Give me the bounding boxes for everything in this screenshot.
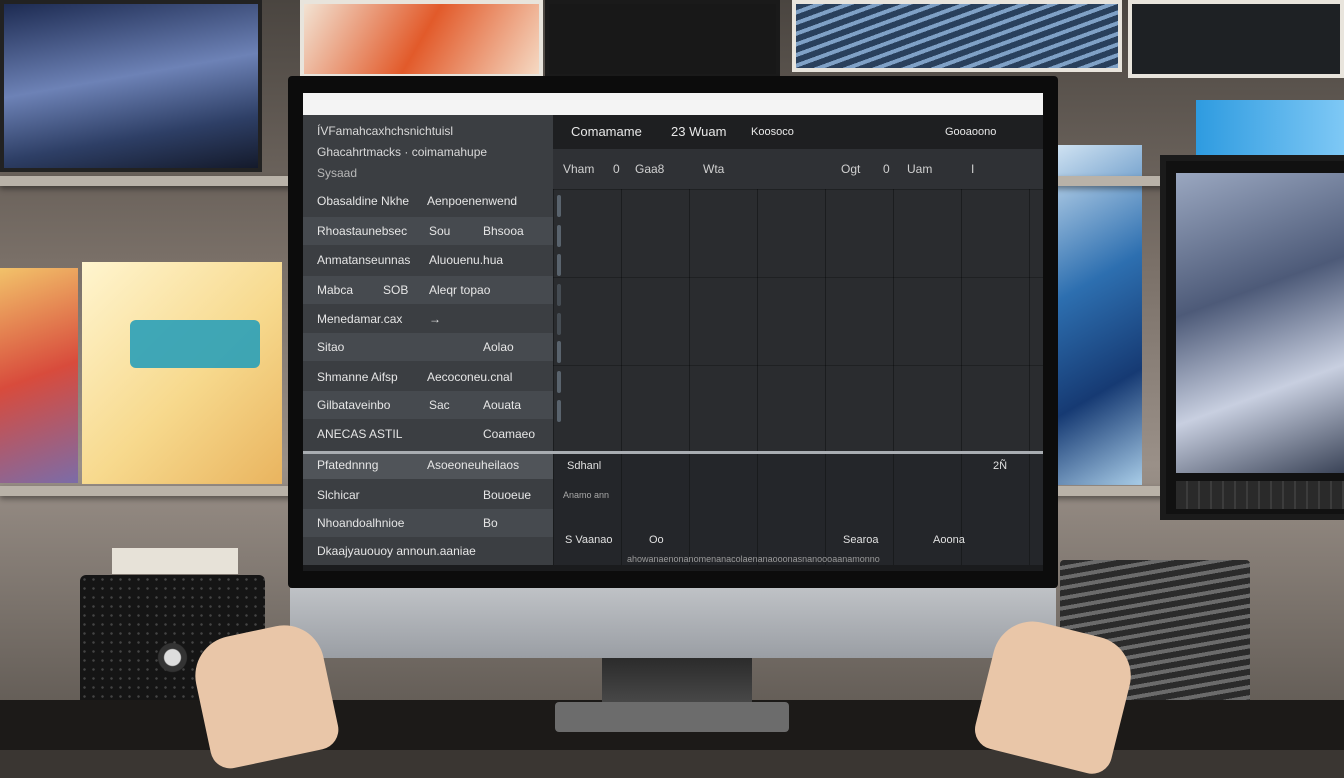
- lower-panel: Sdhanl 2Ñ Anamo ann S Vaanao Oo Searoa A…: [553, 454, 1043, 571]
- row-value: Aecoconeu.cnal: [427, 370, 513, 384]
- row-label: Slchicar: [317, 488, 360, 502]
- row-label: Nhoandoalhnioe: [317, 516, 405, 530]
- row-value: Aouata: [483, 398, 522, 412]
- column-header[interactable]: Gaa8: [635, 149, 664, 189]
- row-code: Sac: [429, 398, 450, 412]
- row-indicator: [557, 313, 561, 335]
- column-header[interactable]: 0: [613, 149, 620, 189]
- lower-row-text: Anamo ann: [563, 490, 610, 500]
- row-label: Shmanne Aifsp: [317, 370, 398, 384]
- poster-blue-logo: [1196, 100, 1344, 155]
- screen-bottom-stripe: [303, 565, 1043, 571]
- column-header-row: Vham 0 Gaa8 Wta Ogt 0 Uam I: [553, 149, 1043, 189]
- logo-emblem-icon: [130, 320, 260, 368]
- column-header[interactable]: 0: [883, 149, 890, 189]
- lower-ticker: ahowanaenonanomenanacolaenanaooonasnanoo…: [627, 554, 880, 564]
- lower-foot-right: Searoa: [843, 534, 879, 546]
- row-code: SOB: [383, 283, 409, 297]
- row-indicator: [557, 400, 561, 422]
- sidebar-row[interactable]: Shmanne Aifsp Aecoconeu.cnal: [303, 363, 553, 391]
- lower-foot-left: S Vaanao: [565, 534, 613, 546]
- row-label: Sitao: [317, 340, 345, 354]
- row-value: Bo: [483, 516, 498, 530]
- row-value: Aluouenu.hua: [429, 253, 504, 267]
- monitor-foot: [555, 702, 789, 732]
- lower-foot-end: Aoona: [933, 534, 965, 546]
- row-indicator: [557, 284, 561, 306]
- row-label: Obasaldine Nkhe: [317, 194, 410, 208]
- sidebar-row[interactable]: Gilbataveinbo Sac Aouata: [303, 391, 553, 419]
- row-indicator: [557, 341, 561, 363]
- lower-foot-mid: Oo: [649, 534, 664, 546]
- row-label: Dkaajyauouoy announ.aaniae: [317, 544, 476, 558]
- sidebar-row[interactable]: Rhoastaunebsec Sou Bhsooa: [303, 217, 553, 245]
- row-value: Bouoeue: [483, 488, 532, 502]
- main-title: Comamame: [571, 124, 642, 139]
- lower-label: Sdhanl: [567, 460, 602, 472]
- monitor-chin: [290, 588, 1056, 658]
- row-label: ANECAS ASTIL: [317, 427, 403, 441]
- row-value: Coamaeo: [483, 427, 536, 441]
- lower-value: 2Ñ: [993, 460, 1008, 472]
- screen-top-bar: [303, 93, 1043, 115]
- main-header-mid: Koosoco: [751, 126, 794, 138]
- monitor-screen: ÍVFamahcaxhchsnichtuisl Ghacahrtmacks · …: [303, 93, 1043, 571]
- row-indicator: [557, 254, 561, 276]
- sidebar-row[interactable]: Nhoandoalhnioe Bo: [303, 509, 553, 537]
- row-label: Menedamar.cax: [317, 312, 403, 326]
- column-header[interactable]: Wta: [703, 149, 724, 189]
- sidebar-row[interactable]: Sitao Aolao: [303, 333, 553, 361]
- sidebar-header-line: ÍVFamahcaxhchsnichtuisl: [317, 124, 454, 138]
- row-value: Aolao: [483, 340, 514, 354]
- row-value: Aenpoenenwend: [427, 194, 518, 208]
- secondary-monitor: [1160, 155, 1344, 520]
- framed-poster-dark: [545, 0, 780, 78]
- row-code: Sou: [429, 224, 451, 238]
- framed-poster-sky: [0, 0, 262, 172]
- sidebar-header-line: Ghacahrtmacks · coimamahupe: [317, 145, 488, 159]
- secondary-monitor-keyboard: [1176, 481, 1344, 509]
- speaker-label: [112, 548, 238, 574]
- row-value: Asoeoneuheilaos: [427, 458, 520, 472]
- column-header[interactable]: Uam: [907, 149, 932, 189]
- row-label: Mabca: [317, 283, 354, 297]
- column-header[interactable]: I: [971, 149, 974, 189]
- row-value: Aleqr topao: [429, 283, 491, 297]
- sidebar-row[interactable]: Anmatanseunnas Aluouenu.hua: [303, 246, 553, 274]
- poster-right-blue: [1058, 145, 1142, 485]
- main-header: Comamame 23 Wuam Koosoco Gooaoono: [553, 115, 1043, 149]
- framed-poster-top-right: [1128, 0, 1344, 78]
- row-label: Gilbataveinbo: [317, 398, 391, 412]
- row-indicator: [557, 195, 561, 217]
- row-indicator: [557, 225, 561, 247]
- row-label: Anmatanseunnas: [317, 253, 411, 267]
- sidebar-row[interactable]: ANECAS ASTIL Coamaeo: [303, 420, 553, 448]
- row-label: Rhoastaunebsec: [317, 224, 408, 238]
- secondary-monitor-screen: [1176, 173, 1344, 473]
- monitor-neck: [602, 658, 752, 706]
- sidebar-row[interactable]: Obasaldine Nkhe Aenpoenenwend: [303, 187, 553, 215]
- sidebar-header: ÍVFamahcaxhchsnichtuisl Ghacahrtmacks · …: [303, 115, 553, 184]
- framed-poster-blue-texture: [792, 0, 1122, 72]
- poster-left-colorful: [0, 268, 78, 483]
- sidebar-header-line: Sysaad: [317, 166, 358, 180]
- row-indicator: [557, 371, 561, 393]
- sidebar-row[interactable]: Mabca SOB Aleqr topao: [303, 276, 553, 304]
- main-subtitle: 23 Wuam: [671, 124, 727, 139]
- sidebar-row[interactable]: Dkaajyauouoy announ.aaniae: [303, 537, 553, 565]
- sidebar-row[interactable]: Slchicar Bouoeue: [303, 481, 553, 509]
- column-header[interactable]: Vham: [563, 149, 594, 189]
- poster-logo-card: [82, 262, 282, 484]
- row-value: Bhsooa: [483, 224, 524, 238]
- framed-poster-red: [300, 0, 543, 78]
- sidebar-row[interactable]: Menedamar.cax →: [303, 305, 553, 333]
- row-value: →: [429, 312, 441, 326]
- sidebar-row-selected[interactable]: Pfatednnng Asoeoneuheilaos: [303, 451, 553, 479]
- row-label: Pfatednnng: [317, 458, 379, 472]
- main-header-right: Gooaoono: [945, 126, 997, 138]
- data-grid: [553, 189, 1043, 451]
- column-header[interactable]: Ogt: [841, 149, 860, 189]
